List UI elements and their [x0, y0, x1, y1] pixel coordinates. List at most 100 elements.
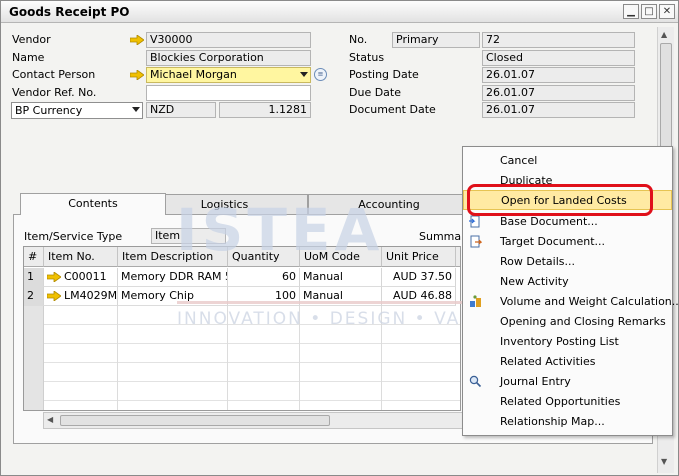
empty-row[interactable] [24, 325, 460, 344]
status-field[interactable]: Closed [482, 50, 635, 66]
item-number: LM4029M( [64, 289, 118, 302]
volume-weight-icon [470, 295, 481, 307]
column-header[interactable]: # [24, 247, 44, 267]
chevron-down-icon[interactable] [132, 107, 140, 112]
row-header-column [24, 306, 44, 410]
chevron-down-icon[interactable] [300, 72, 308, 77]
menu-item-related-activities[interactable]: Related Activities [463, 352, 672, 372]
tab-logistics[interactable]: Logistics [141, 194, 308, 215]
column-header[interactable]: Unit Price [382, 247, 456, 267]
exchange-rate-field[interactable]: 1.1281 [219, 102, 311, 118]
scroll-down-icon[interactable]: ▼ [661, 457, 667, 466]
menu-item-new-activity[interactable]: New Activity [463, 272, 672, 292]
column-header[interactable]: Quantity [228, 247, 300, 267]
menu-item-volume-weight[interactable]: Volume and Weight Calculation... [463, 292, 679, 312]
menu-item-related-opportunities[interactable]: Related Opportunities [463, 392, 672, 412]
row-number[interactable]: 2 [24, 287, 44, 306]
empty-row[interactable] [24, 306, 460, 325]
scroll-left-icon[interactable]: ◀ [47, 415, 53, 424]
uom-code-cell[interactable]: Manual [300, 268, 382, 287]
menu-item-duplicate[interactable]: Duplicate [463, 171, 672, 191]
title-bar: Goods Receipt PO ▁ □ ✕ [1, 1, 678, 23]
scroll-thumb[interactable] [60, 415, 330, 426]
item-service-type-field[interactable]: Item [151, 228, 226, 244]
minimize-icon[interactable]: ▁ [623, 4, 639, 19]
menu-item-label: Journal Entry [500, 375, 571, 388]
column-divider [227, 306, 228, 410]
item-grid[interactable]: # Item No. Item Description Quantity UoM… [23, 246, 461, 411]
menu-item-base-document[interactable]: Base Document... [463, 212, 672, 232]
menu-item-label: Volume and Weight Calculation... [500, 295, 679, 308]
target-document-icon [470, 235, 482, 248]
menu-item-journal-entry[interactable]: Journal Entry [463, 372, 672, 392]
maximize-icon[interactable]: □ [641, 4, 657, 19]
item-number-cell[interactable]: LM4029M( [44, 287, 118, 306]
currency-code-field[interactable]: NZD [146, 102, 216, 118]
menu-item-label: Duplicate [500, 174, 553, 187]
posting-date-label: Posting Date [349, 68, 419, 81]
vendor-label: Vendor [12, 33, 51, 46]
name-label: Name [12, 51, 45, 64]
item-description-cell[interactable]: Memory DDR RAM 5: [118, 268, 228, 287]
tab-accounting[interactable]: Accounting [308, 194, 470, 215]
tab-contents[interactable]: Contents [20, 193, 166, 215]
link-arrow-icon[interactable] [130, 35, 144, 45]
name-field[interactable]: Blockies Corporation [146, 50, 311, 66]
link-arrow-icon[interactable] [130, 70, 144, 80]
menu-item-inventory-posting-list[interactable]: Inventory Posting List [463, 332, 672, 352]
item-service-type-label: Item/Service Type [24, 230, 123, 243]
scroll-up-icon[interactable]: ▲ [661, 30, 667, 39]
currency-type-select[interactable]: BP Currency [11, 102, 143, 119]
menu-item-label: New Activity [500, 275, 569, 288]
context-menu: Cancel Duplicate Open for Landed Costs B… [462, 146, 679, 436]
menu-item-label: Row Details... [500, 255, 575, 268]
document-date-field[interactable]: 26.01.07 [482, 102, 635, 118]
menu-item-label: Inventory Posting List [500, 335, 619, 348]
status-label: Status [349, 51, 385, 64]
column-header[interactable]: Item No. [44, 247, 118, 267]
summary-type-label: Summa [419, 230, 462, 243]
column-header[interactable]: I [456, 247, 460, 267]
empty-row[interactable] [24, 344, 460, 363]
list-detail-icon[interactable]: ≡ [314, 68, 327, 81]
menu-item-open-for-landed-costs[interactable]: Open for Landed Costs [463, 190, 672, 210]
menu-item-label: Open for Landed Costs [501, 194, 627, 207]
unit-price-cell[interactable]: AUD 37.50 [382, 268, 456, 287]
link-arrow-icon[interactable] [47, 272, 61, 282]
menu-item-label: Opening and Closing Remarks [500, 315, 666, 328]
item-number: C00011 [64, 270, 107, 283]
menu-item-relationship-map[interactable]: Relationship Map... [463, 412, 672, 432]
column-divider [117, 306, 118, 410]
base-document-icon [469, 215, 480, 228]
row-number[interactable]: 1 [24, 268, 44, 287]
column-header[interactable]: UoM Code [300, 247, 382, 267]
close-icon[interactable]: ✕ [659, 4, 675, 19]
no-label: No. [349, 33, 368, 46]
vendor-field[interactable]: V30000 [146, 32, 311, 48]
due-date-field[interactable]: 26.01.07 [482, 85, 635, 101]
window-title: Goods Receipt PO [9, 5, 130, 19]
vendor-ref-label: Vendor Ref. No. [12, 86, 97, 99]
menu-item-label: Cancel [500, 154, 538, 167]
horizontal-scrollbar[interactable]: ◀ [43, 412, 463, 429]
journal-entry-icon [469, 375, 482, 388]
column-header[interactable]: Item Description [118, 247, 228, 267]
series-field[interactable]: Primary [392, 32, 480, 48]
contact-person-select[interactable]: Michael Morgan [146, 67, 311, 83]
item-number-cell[interactable]: C00011 [44, 268, 118, 287]
quantity-cell[interactable]: 60 [228, 268, 300, 287]
column-divider [381, 306, 382, 410]
empty-row[interactable] [24, 363, 460, 382]
menu-item-target-document[interactable]: Target Document... [463, 232, 672, 252]
posting-date-field[interactable]: 26.01.07 [482, 67, 635, 83]
document-number-field[interactable]: 72 [482, 32, 635, 48]
link-arrow-icon[interactable] [47, 291, 61, 301]
due-date-label: Due Date [349, 86, 401, 99]
empty-row[interactable] [24, 382, 460, 401]
menu-item-cancel[interactable]: Cancel [463, 151, 672, 171]
document-date-label: Document Date [349, 103, 436, 116]
menu-item-opening-closing-remarks[interactable]: Opening and Closing Remarks [463, 312, 672, 332]
menu-item-row-details[interactable]: Row Details... [463, 252, 672, 272]
menu-item-label: Related Opportunities [500, 395, 621, 408]
vendor-ref-input[interactable] [146, 85, 311, 101]
